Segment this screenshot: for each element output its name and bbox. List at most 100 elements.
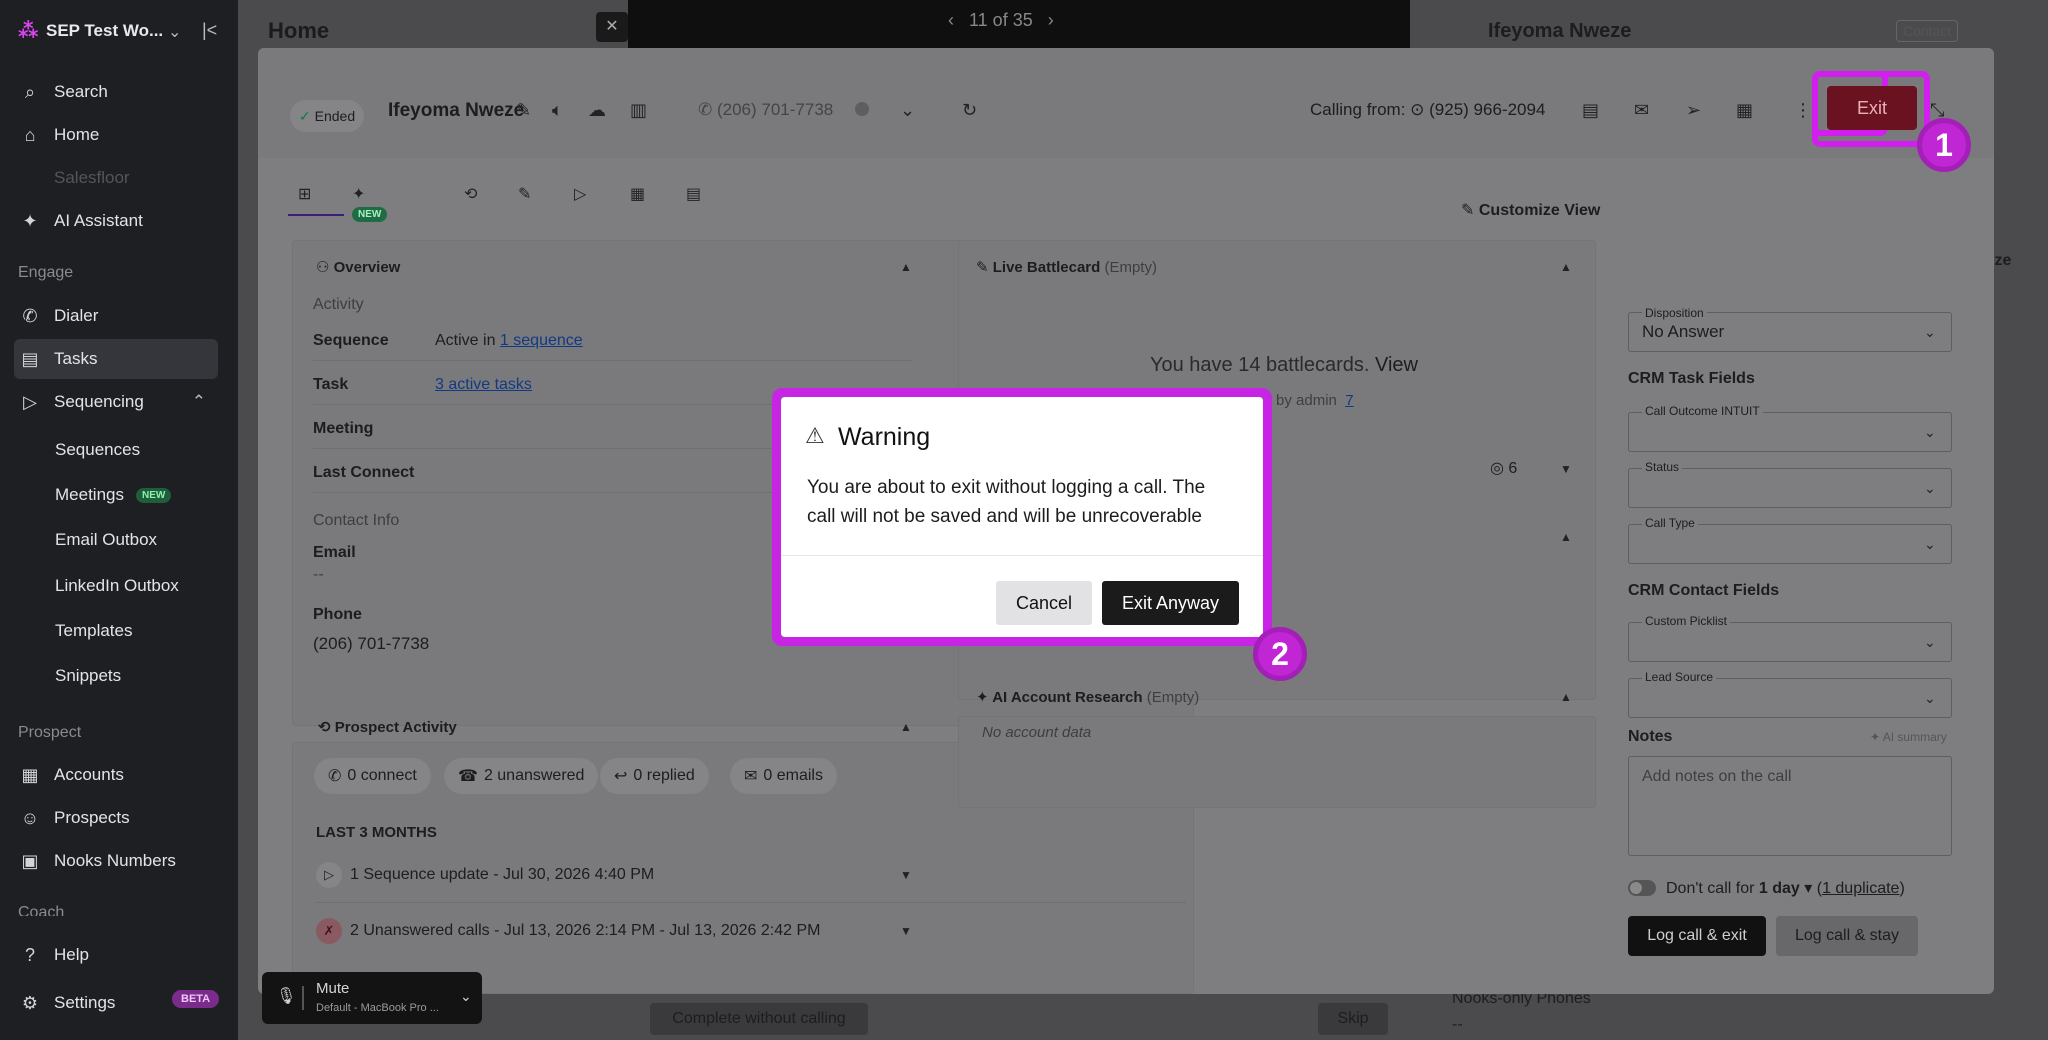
sidebar-item-email-outbox[interactable]: Email Outbox — [55, 520, 225, 560]
ai-research-title[interactable]: ✦ AI Account Research (Empty) — [976, 688, 1199, 706]
contact-chip[interactable]: Contact — [1896, 20, 1959, 42]
caret-down-icon[interactable]: ▾ — [1804, 880, 1812, 897]
battlecard-count: ◎ 6 — [1490, 458, 1517, 478]
sidebar-item-help[interactable]: ? Help — [14, 935, 218, 975]
close-icon[interactable]: ✕ — [596, 12, 628, 42]
collapse-icon[interactable]: ▲ — [1560, 260, 1572, 274]
overview-title[interactable]: ⚇ Overview — [316, 258, 400, 276]
chevron-down-icon[interactable]: ⌄ — [168, 22, 181, 42]
sidebar-item-nooks-numbers[interactable]: ▣ Nooks Numbers — [14, 841, 218, 881]
tab-history-icon[interactable]: ⟲ — [464, 184, 477, 204]
complete-without-calling-button[interactable]: Complete without calling — [650, 1003, 868, 1035]
sidebar-item-linkedin-outbox[interactable]: LinkedIn Outbox — [55, 566, 225, 606]
sidebar-item-accounts[interactable]: ▦ Accounts — [14, 755, 218, 795]
speaker-icon[interactable]: 🔈︎ — [552, 100, 563, 121]
duplicate-link[interactable]: 1 duplicate — [1822, 880, 1899, 897]
notes-placeholder: Add notes on the call — [1642, 768, 1792, 785]
sequence-link[interactable]: 1 sequence — [500, 332, 583, 349]
more-icon[interactable]: ⋮ — [1794, 100, 1812, 121]
sidebar-item-search[interactable]: ⌕ Search — [14, 72, 218, 112]
sidebar-item-home[interactable]: ⌂ Home — [14, 115, 218, 155]
sidebar-item-snippets[interactable]: Snippets — [55, 656, 225, 696]
salesforce-icon[interactable]: ☁ — [588, 100, 606, 121]
refresh-icon[interactable]: ↻ — [962, 100, 977, 121]
sequence-value: Active in 1 sequence — [435, 332, 583, 350]
sidebar-item-tasks[interactable]: ▤ Tasks — [14, 339, 218, 379]
log-call-exit-button[interactable]: Log call & exit — [1628, 916, 1766, 956]
sidebar: ⁂ SEP Test Wo... ⌄ |< ⌕ Search ⌂ Home Sale… — [0, 0, 238, 1040]
collapse-icon[interactable]: ▲ — [900, 720, 912, 734]
expand-icon[interactable]: ▼ — [900, 868, 912, 882]
lead-source-select[interactable] — [1628, 678, 1952, 718]
collapse-icon[interactable]: ▲ — [900, 260, 912, 274]
calling-from-label: Calling from: — [1310, 100, 1406, 119]
tasks-link[interactable]: 3 active tasks — [435, 376, 532, 394]
pencil-icon[interactable]: ✎ — [516, 100, 531, 121]
expand-icon[interactable]: ▼ — [1560, 462, 1572, 476]
sidebar-item-ai-assistant[interactable]: ✦ AI Assistant — [14, 201, 218, 241]
calling-from[interactable]: Calling from: ⊙ (925) 966-2094 — [1310, 100, 1545, 120]
ai-summary-button[interactable]: ✦ AI summary — [1870, 730, 1947, 744]
sidebar-item-sequencing[interactable]: ▷ Sequencing ⌃ — [14, 382, 218, 422]
phone-selector[interactable]: ✆ (206) 701-7738 — [698, 100, 833, 120]
clipboard-icon[interactable]: ▤ — [1582, 100, 1599, 121]
exit-anyway-button[interactable]: Exit Anyway — [1102, 581, 1239, 625]
tab-notes-icon[interactable]: ▤ — [686, 184, 701, 204]
activity-row[interactable]: ▷ 1 Sequence update - Jul 30, 2026 4:40 P… — [316, 862, 654, 888]
send-icon[interactable]: ➢ — [1686, 100, 1701, 121]
tab-ai[interactable]: ✦ NEW — [352, 184, 388, 222]
collapse-icon[interactable]: ▲ — [1560, 690, 1572, 704]
tab-send-icon[interactable]: ▷ — [574, 184, 586, 204]
log-call-stay-button[interactable]: Log call & stay — [1776, 916, 1918, 956]
mute-widget[interactable]: 🎙︎ Mute Default - MacBook Pro ... ⌄ — [262, 972, 482, 1024]
customize-view-link[interactable]: ✎ Customize View — [1461, 200, 1600, 220]
activity-row[interactable]: ✗ 2 Unanswered calls - Jul 13, 2026 2:14 … — [316, 918, 820, 944]
expand-icon[interactable]: ▼ — [900, 924, 912, 938]
skip-button[interactable]: Skip — [1318, 1003, 1388, 1035]
call-outcome-select[interactable] — [1628, 412, 1952, 452]
battlecard-summary-label: You have 14 battlecards. — [1150, 354, 1370, 376]
background-contact-name: Ifeyoma Nweze — [1488, 20, 1632, 42]
workspace-switcher[interactable]: ⁂ SEP Test Wo... — [18, 20, 163, 42]
tab-overview-icon[interactable]: ⊞ — [298, 184, 311, 204]
call-type-select[interactable] — [1628, 524, 1952, 564]
cancel-button[interactable]: Cancel — [996, 581, 1092, 625]
gear-icon: ⚙ — [21, 992, 39, 1013]
collapse-icon[interactable]: ▲ — [1560, 530, 1572, 544]
task-counter-label: 11 of 35 — [969, 10, 1033, 30]
ai-research-empty: (Empty) — [1146, 689, 1200, 706]
custom-picklist-select[interactable] — [1628, 622, 1952, 662]
prospect-activity-title[interactable]: ⟲ Prospect Activity — [318, 718, 457, 736]
chevron-down-icon: ⌄ — [1924, 690, 1936, 706]
phone-value[interactable]: (206) 701-7738 — [313, 634, 429, 654]
sidebar-item-templates[interactable]: Templates — [55, 611, 225, 651]
status-select[interactable] — [1628, 468, 1952, 508]
battlecard-author-count[interactable]: 7 — [1345, 392, 1353, 409]
chevron-down-icon[interactable]: ⌄ — [900, 100, 915, 121]
eye-off-icon: ◎ — [1490, 460, 1504, 477]
company-search-icon[interactable]: ▥ — [630, 100, 647, 121]
mail-icon[interactable]: ✉ — [1634, 100, 1649, 121]
calling-from-number: (925) 966-2094 — [1429, 100, 1546, 119]
warning-icon: ⚠ — [805, 423, 825, 448]
activity-row-label: 2 Unanswered calls - Jul 13, 2026 2:14 P… — [350, 922, 821, 939]
sequence-prefix: Active in — [435, 332, 500, 349]
sidebar-item-prospects[interactable]: ☺ Prospects — [14, 798, 218, 838]
dont-call-duration[interactable]: 1 day — [1759, 880, 1800, 897]
dont-call-toggle[interactable] — [1628, 880, 1656, 896]
tab-calendar-icon[interactable]: ▦ — [630, 184, 645, 204]
battlecard-title[interactable]: ✎ Live Battlecard (Empty) — [976, 258, 1157, 276]
collapse-sidebar-icon[interactable]: |< — [202, 20, 217, 41]
calendar-icon[interactable]: ▦ — [1736, 100, 1753, 121]
custom-picklist-label: Custom Picklist — [1642, 614, 1731, 628]
sidebar-item-meetings[interactable]: Meetings NEW — [55, 475, 225, 515]
tab-battlecard-icon[interactable]: ✎ — [518, 184, 531, 204]
chevron-down-icon[interactable]: ⌄ — [460, 988, 472, 1005]
sidebar-item-salesfloor[interactable]: Salesfloor — [14, 158, 218, 198]
chevron-up-icon[interactable]: ⌃ — [192, 392, 206, 412]
sidebar-item-label: Home — [54, 125, 100, 144]
sparkle-icon: ✦ — [1870, 730, 1881, 744]
sidebar-item-dialer[interactable]: ✆ Dialer — [14, 296, 218, 336]
battlecard-view-link[interactable]: View — [1375, 354, 1418, 376]
sidebar-item-sequences[interactable]: Sequences — [55, 430, 225, 470]
